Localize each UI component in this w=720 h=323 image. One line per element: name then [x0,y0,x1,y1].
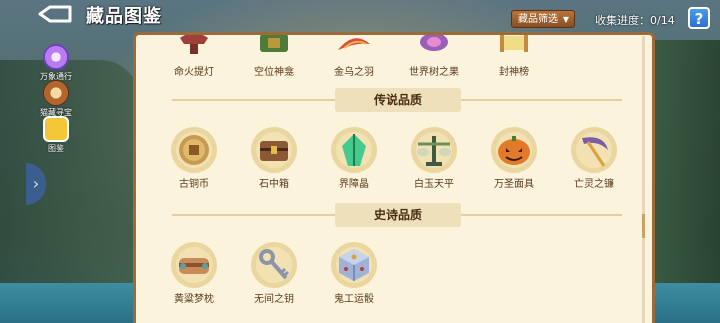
swirl-pass-icon [43,44,69,70]
collection-item[interactable]: 亡灵之镰 [556,127,632,190]
panel-scrollbar[interactable] [642,36,645,323]
divider [172,99,352,101]
collection-item[interactable]: 世界树之果 [396,35,472,78]
collection-item[interactable]: 黄粱梦枕 [156,242,232,305]
collection-filter-button[interactable]: 藏品筛选 ▼ [511,10,575,28]
jade-scale-icon [411,127,457,173]
collection-item[interactable]: 空位神龛 [236,35,312,78]
lantern-icon [171,35,217,61]
collection-item[interactable]: 封神榜 [476,35,552,78]
feather-icon [331,35,377,61]
collection-item[interactable]: 古铜币 [156,127,232,190]
shrine-icon [251,35,297,61]
item-name: 命火提灯 [174,67,214,78]
collection-item[interactable]: 无间之钥 [236,242,312,305]
divider [442,214,622,216]
collection-item[interactable]: 白玉天平 [396,127,472,190]
collection-item[interactable]: 命火提灯 [156,35,232,78]
collection-item[interactable]: 金乌之羽 [316,35,392,78]
section-title: 史诗品质 [335,203,461,227]
key-icon [251,242,297,288]
back-button[interactable] [36,4,74,24]
item-name: 黄粱梦枕 [174,294,214,305]
collection-item[interactable]: 石中箱 [236,127,312,190]
item-name: 界障晶 [339,179,369,190]
treasure-map-icon [43,80,69,106]
scrollbar-thumb[interactable] [642,214,645,238]
scroll-icon [491,35,537,61]
help-button[interactable]: ? [688,7,710,29]
page-title: 藏品图鉴 [86,6,162,27]
item-name: 世界树之果 [409,67,459,78]
item-name: 万圣面具 [494,179,534,190]
collection-progress: 收集进度：0/14 [595,14,675,27]
collection-item[interactable]: 界障晶 [316,127,392,190]
sidebar-item-codex[interactable]: 图鉴 [36,116,76,154]
collection-item[interactable]: 万圣面具 [476,127,552,190]
scythe-icon [571,127,617,173]
top-bar: 藏品图鉴 藏品筛选 ▼ 收集进度：0/14 ? [0,0,720,36]
item-name: 无间之钥 [254,294,294,305]
fruit-icon [411,35,457,61]
section-header-legendary: 传说品质 [172,88,622,112]
item-name: 石中箱 [259,179,289,190]
item-name: 古铜币 [179,179,209,190]
chevron-right-icon: › [32,174,40,193]
stone-chest-icon [251,127,297,173]
sidebar-item-treasure[interactable]: 猫藏寻宝 [36,80,76,118]
filter-label: 藏品筛选 [518,14,558,25]
divider [442,99,622,101]
sidebar-item-label: 图鉴 [48,144,64,153]
collection-panel: 命火提灯 空位神龛 金乌之羽 世界树之果 封神榜 传说品质 古铜币 石中箱 界障… [133,32,655,323]
item-name: 白玉天平 [414,179,454,190]
dream-pillow-icon [171,242,217,288]
dice-icon [331,242,377,288]
collection-item[interactable]: 鬼工运骰 [316,242,392,305]
caret-down-icon: ▼ [562,15,569,24]
back-arrow-icon [38,5,72,23]
item-name: 鬼工运骰 [334,294,374,305]
codex-book-icon [43,116,69,142]
item-name: 金乌之羽 [334,67,374,78]
section-title: 传说品质 [335,88,461,112]
divider [172,214,352,216]
green-crystal-icon [331,127,377,173]
item-name: 亡灵之镰 [574,179,614,190]
section-header-epic: 史诗品质 [172,203,622,227]
item-name: 封神榜 [499,67,529,78]
bronze-coin-icon [171,127,217,173]
pumpkin-mask-icon [491,127,537,173]
item-name: 空位神龛 [254,67,294,78]
sidebar-item-pass[interactable]: 万象通行 [36,44,76,82]
